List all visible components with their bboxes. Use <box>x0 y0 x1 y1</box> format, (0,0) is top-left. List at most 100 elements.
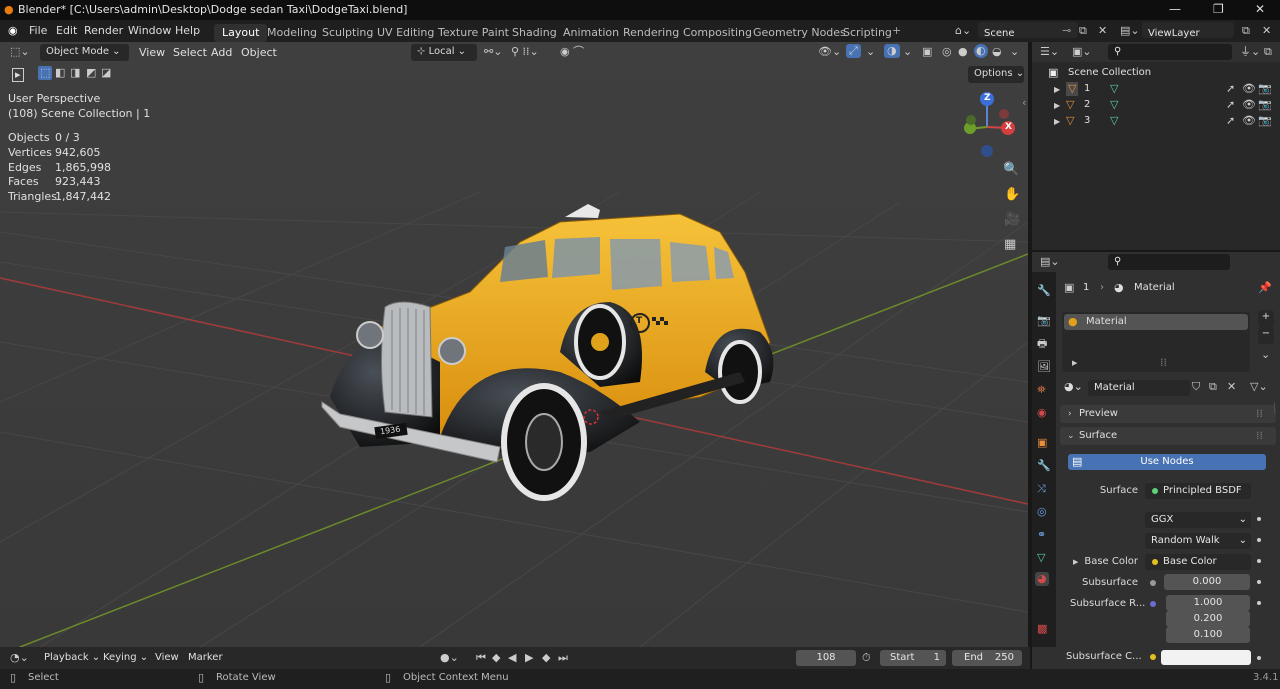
play-icon[interactable]: ▶ <box>525 651 533 665</box>
render-camera-icon[interactable]: 📷 <box>1258 114 1272 128</box>
gizmo-dropdown-icon[interactable]: ⌄ <box>866 45 875 59</box>
menu-file[interactable]: File <box>29 24 47 37</box>
preview-label[interactable]: Preview <box>1079 408 1118 419</box>
selectable-icon[interactable]: ➚ <box>1226 82 1235 96</box>
selectable-icon[interactable]: ➚ <box>1226 98 1235 112</box>
selectable-icon[interactable]: ➚ <box>1226 114 1235 128</box>
surface-panel-header[interactable]: ⌄ Surface ⁞⁞ <box>1060 427 1276 445</box>
scene-collection-label[interactable]: Scene Collection <box>1068 67 1151 78</box>
add-workspace-button[interactable]: + <box>892 24 901 37</box>
material-name-field[interactable]: Material <box>1088 380 1190 396</box>
fake-user-icon[interactable]: ⛉ <box>1192 380 1200 394</box>
jump-end-icon[interactable]: ⏭ <box>558 651 568 665</box>
properties-search-input[interactable]: ⚲ <box>1108 254 1230 270</box>
pivot-point-icon[interactable]: ⚯⌄ <box>484 45 502 59</box>
timeline-menu-keying[interactable]: Keying ⌄ <box>103 652 148 663</box>
sidebar-toggle-icon[interactable]: ‹ <box>1022 96 1026 110</box>
xray-toggle-icon[interactable]: ▣ <box>922 45 932 59</box>
remove-slot-button[interactable]: − <box>1258 327 1274 344</box>
timeline-editor-type-icon[interactable]: ◔⌄ <box>10 651 29 665</box>
timeline-menu-marker[interactable]: Marker <box>188 652 223 663</box>
play-reverse-icon[interactable]: ◀ <box>508 651 516 665</box>
options-button[interactable]: Options ⌄ <box>968 66 1024 83</box>
constraints-tab-icon[interactable]: ⚭ <box>1037 528 1046 542</box>
link-data-icon[interactable]: ▽⌄ <box>1250 380 1268 394</box>
editor-type-icon[interactable]: ⬚⌄ <box>10 45 30 59</box>
expand-arrow-icon[interactable]: ▶ <box>1054 115 1060 129</box>
object-tab-icon[interactable]: ▣ <box>1037 436 1047 450</box>
properties-editor-type-icon[interactable]: ▤⌄ <box>1040 255 1060 269</box>
subsurface-radius-x-field[interactable]: 1.000 <box>1166 595 1250 611</box>
menu-window[interactable]: Window <box>128 24 171 37</box>
viewport-menu-add[interactable]: Add <box>211 46 232 59</box>
keyframe-dot-icon[interactable] <box>1257 656 1261 660</box>
tab-scripting[interactable]: Scripting <box>835 24 900 42</box>
subsurface-method-selector[interactable]: Random Walk ⌄ <box>1145 533 1251 549</box>
outliner-row[interactable]: ▶ ▽ 3 ▽ ➚ 👁 📷 <box>1032 114 1280 130</box>
new-scene-icon[interactable]: ⧉ <box>1079 24 1087 38</box>
output-tab-icon[interactable]: 🖶 <box>1037 337 1047 351</box>
render-tab-icon[interactable]: 📷 <box>1037 314 1051 328</box>
slot-specials-icon[interactable]: ⌄ <box>1261 348 1270 362</box>
visibility-icon[interactable]: 👁⌄ <box>818 45 841 59</box>
slot-expand-icon[interactable]: ▶ <box>1072 356 1077 370</box>
viewport-menu-object[interactable]: Object <box>241 46 277 59</box>
surface-panel-label[interactable]: Surface <box>1079 430 1117 441</box>
outliner-item-label[interactable]: 2 <box>1084 99 1090 110</box>
delete-view-layer-icon[interactable]: ✕ <box>1262 24 1271 37</box>
timeline-menu-playback[interactable]: Playback ⌄ <box>44 652 100 663</box>
viewport-menu-view[interactable]: View <box>139 46 165 59</box>
new-collection-icon[interactable]: ⧉ <box>1264 45 1272 59</box>
filter-icon[interactable]: ⏚⌄ <box>1240 45 1260 59</box>
scrollbar[interactable]: ▏ <box>1274 402 1280 416</box>
collapse-arrow-icon[interactable]: › <box>1068 407 1072 421</box>
view-layer-selector[interactable]: ViewLayer <box>1142 22 1234 39</box>
keyframe-dot-icon[interactable] <box>1257 538 1261 542</box>
expand-arrow-icon[interactable]: ⌄ <box>1067 429 1075 443</box>
pin-icon[interactable]: 📌 <box>1258 281 1272 295</box>
subsurface-radius-y-field[interactable]: 0.200 <box>1166 611 1250 627</box>
menu-edit[interactable]: Edit <box>56 24 77 37</box>
subsurface-value-field[interactable]: 0.000 <box>1164 574 1250 590</box>
select-mode-invert-icon[interactable]: ◩ <box>86 66 96 80</box>
next-keyframe-icon[interactable]: ◆ <box>542 651 550 665</box>
outliner-editor-type-icon[interactable]: ☰⌄ <box>1040 45 1059 59</box>
view-layer-icon[interactable]: ▤⌄ <box>1120 24 1140 37</box>
outliner-row[interactable]: ▶ ▽ 2 ▽ ➚ 👁 📷 <box>1032 98 1280 114</box>
menu-help[interactable]: Help <box>175 24 200 37</box>
viewport-menu-select[interactable]: Select <box>173 46 207 59</box>
particles-tab-icon[interactable]: ⤨ <box>1037 482 1046 496</box>
texture-tab-icon[interactable]: ▩ <box>1037 622 1047 636</box>
select-mode-subtract-icon[interactable]: ◨ <box>70 66 80 80</box>
shading-dropdown-icon[interactable]: ⌄ <box>1010 45 1019 59</box>
snap-icon[interactable]: ⚲ ⁞⁞⌄ <box>511 45 539 59</box>
select-tool-icon[interactable]: ▸ <box>12 68 24 82</box>
perspective-toggle-icon[interactable]: ▦ <box>1004 238 1016 252</box>
eye-icon[interactable]: 👁 <box>1242 114 1256 128</box>
material-tab-icon[interactable]: ◕ <box>1035 572 1049 586</box>
new-view-layer-icon[interactable]: ⧉ <box>1242 24 1250 38</box>
panel-grip-icon[interactable]: ⁞⁞ <box>1256 407 1263 421</box>
scene-tab-icon[interactable]: ⛯ <box>1037 383 1046 397</box>
eye-icon[interactable]: 👁 <box>1242 98 1256 112</box>
duplicate-material-icon[interactable]: ⧉ <box>1209 380 1217 394</box>
outliner-item-label[interactable]: 3 <box>1084 115 1090 126</box>
resize-handle-icon[interactable]: ⁞⁞ <box>1160 356 1167 370</box>
transform-orientation[interactable]: ⊹ Local ⌄ <box>411 44 477 61</box>
add-slot-button[interactable]: + <box>1258 310 1274 327</box>
material-preview-shading-icon[interactable]: ◐ <box>974 44 988 58</box>
auto-keying-icon[interactable]: ●⌄ <box>440 651 459 665</box>
select-mode-intersect-icon[interactable]: ◪ <box>101 66 111 80</box>
physics-tab-icon[interactable]: ◎ <box>1037 505 1047 519</box>
rendered-shading-icon[interactable]: ◒ <box>992 45 1002 59</box>
wireframe-shading-icon[interactable]: ◎ <box>942 45 952 59</box>
blender-menu-icon[interactable]: ◉ <box>8 24 18 37</box>
menu-render[interactable]: Render <box>84 24 123 37</box>
proportional-edit-icon[interactable]: ◉ ⌒ <box>560 45 584 59</box>
mode-selector[interactable]: Object Mode ⌄ <box>40 44 129 61</box>
viewport-3d[interactable]: Z X 1936 T ⬚⌄ Object Mode ⌄ View Select … <box>0 42 1028 647</box>
outliner-row[interactable]: ▶ ▽ 1 ▽ ➚ 👁 📷 <box>1032 82 1280 98</box>
subsurface-radius-z-field[interactable]: 0.100 <box>1166 627 1250 643</box>
render-camera-icon[interactable]: 📷 <box>1258 98 1272 112</box>
surface-shader-selector[interactable]: Principled BSDF <box>1145 483 1251 499</box>
